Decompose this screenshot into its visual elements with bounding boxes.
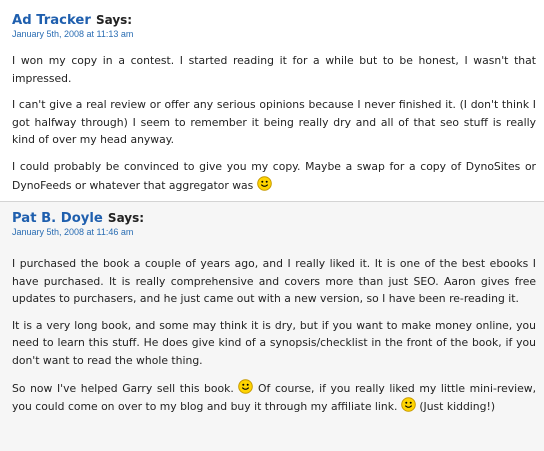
comment-paragraph: So now I've helped Garry sell this book.… xyxy=(12,378,536,416)
comment-ad-tracker: Ad Tracker Says: January 5th, 2008 at 11… xyxy=(0,0,544,201)
comment-paragraph: I can't give a real review or offer any … xyxy=(12,98,536,147)
comment-date-link[interactable]: January 5th, 2008 at 11:13 am xyxy=(12,28,536,40)
says-label: Says: xyxy=(95,13,133,27)
smiley-face-icon xyxy=(256,175,272,191)
comment-paragraph: I could probably be convinced to give yo… xyxy=(12,158,536,194)
smiley-face-icon xyxy=(238,378,254,394)
comment-author-link[interactable]: Ad Tracker xyxy=(12,13,91,28)
comment-pat-b-doyle: Pat B. Doyle Says: January 5th, 2008 at … xyxy=(0,201,544,451)
comment-paragraph: It is a very long book, and some may thi… xyxy=(12,318,536,367)
smiley-face-icon xyxy=(401,397,416,412)
comment-paragraph: I purchased the book a couple of years a… xyxy=(12,257,536,306)
comment-header: Ad Tracker Says: xyxy=(12,11,536,28)
comment-author-link[interactable]: Pat B. Doyle xyxy=(12,211,103,226)
comment-header: Pat B. Doyle Says: xyxy=(12,209,536,226)
comment-date-link[interactable]: January 5th, 2008 at 11:46 am xyxy=(12,226,536,238)
comment-text: So now I've helped Garry sell this book. xyxy=(12,381,234,395)
comment-text: I could probably be convinced to give yo… xyxy=(12,159,536,192)
says-label: Says: xyxy=(107,211,145,225)
comment-paragraph: I won my copy in a contest. I started re… xyxy=(12,54,536,85)
comment-text: (Just kidding!) xyxy=(415,400,496,414)
